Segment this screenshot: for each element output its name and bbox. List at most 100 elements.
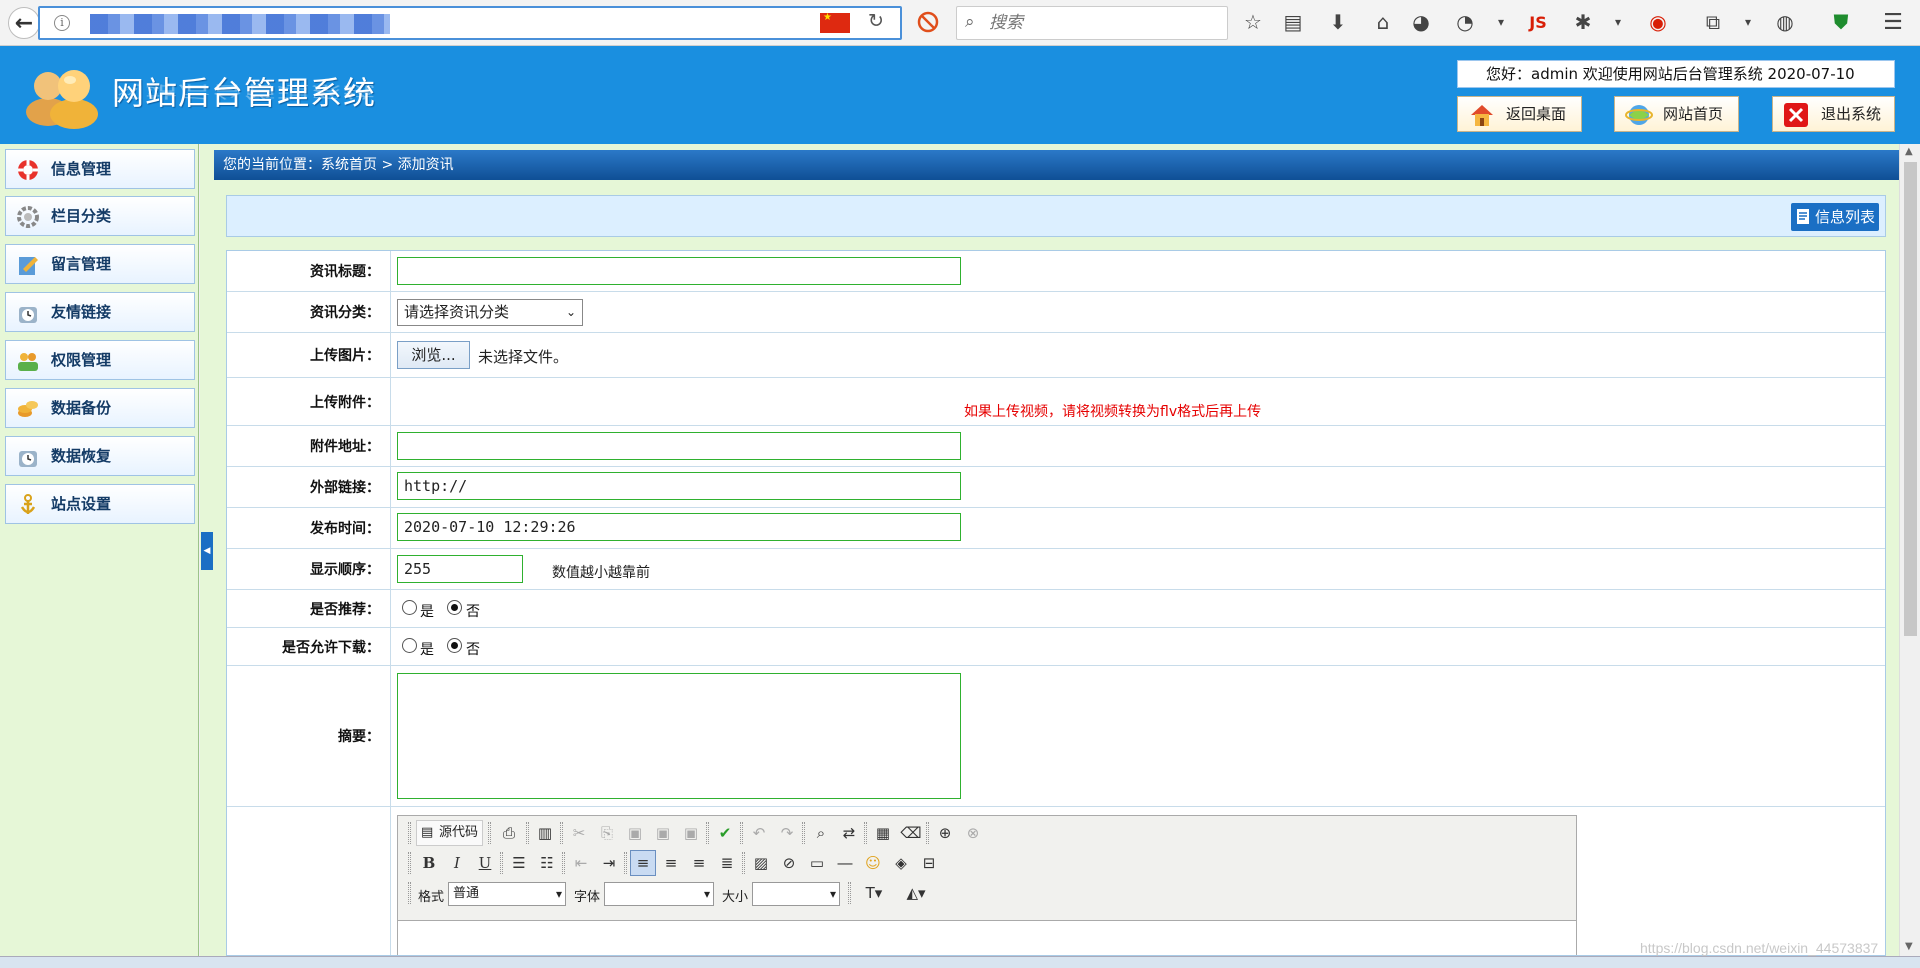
collapse-sidebar-icon[interactable]: ◀ xyxy=(201,532,213,570)
recommend-no-label: 否 xyxy=(466,604,480,620)
ordered-list-icon[interactable]: ☰ xyxy=(506,850,532,876)
sidebar-item-links[interactable]: 友情链接 xyxy=(5,292,195,332)
align-justify-icon[interactable]: ≣ xyxy=(714,850,740,876)
download-yes-radio[interactable] xyxy=(402,638,417,653)
url-bar[interactable]: i ↻ xyxy=(38,6,902,40)
sidebar: 信息管理 栏目分类 留言管理 友情链接 权限管理 数据备份 数据恢复 站点设置 xyxy=(0,144,199,956)
redo-icon[interactable]: ↷ xyxy=(774,820,800,846)
horizontal-rule-icon[interactable]: ― xyxy=(832,850,858,876)
sidebar-item-info[interactable]: 信息管理 xyxy=(5,149,195,189)
sidebar-item-messages[interactable]: 留言管理 xyxy=(5,244,195,284)
page-break-icon[interactable]: ⊟ xyxy=(916,850,942,876)
welcome-bar: 您好：admin 欢迎使用网站后台管理系统 2020-07-10 xyxy=(1457,60,1895,88)
page-scrollbar[interactable]: ▲ ▼ xyxy=(1899,144,1920,956)
cut-icon[interactable]: ✂ xyxy=(566,820,592,846)
find-icon[interactable]: ⌕ xyxy=(808,820,834,846)
spellcheck-icon[interactable]: ✔ xyxy=(712,820,738,846)
select-all-icon[interactable]: ▦ xyxy=(870,820,896,846)
format-select[interactable]: 普通 xyxy=(448,882,566,906)
download-icon[interactable]: ⬇ xyxy=(1325,9,1351,35)
sidebar-item-permissions[interactable]: 权限管理 xyxy=(5,340,195,380)
sidebar-item-settings[interactable]: 站点设置 xyxy=(5,484,195,524)
bookmark-star-icon[interactable]: ☆ xyxy=(1240,9,1266,35)
link-icon[interactable]: ⊕ xyxy=(932,820,958,846)
translate-globe-icon[interactable]: ◍ xyxy=(1772,9,1798,35)
indent-icon[interactable]: ⇥ xyxy=(596,850,622,876)
source-code-button[interactable]: ▤ 源代码 xyxy=(416,820,484,846)
green-shield-icon[interactable]: ⛊ xyxy=(1828,9,1854,35)
block-icon[interactable] xyxy=(915,9,941,35)
recommend-no-radio[interactable] xyxy=(447,600,462,615)
unordered-list-icon[interactable]: ☷ xyxy=(534,850,560,876)
align-right-icon[interactable]: ≡ xyxy=(686,850,712,876)
attach-url-input[interactable] xyxy=(397,432,961,460)
replace-icon[interactable]: ⇄ xyxy=(836,820,862,846)
title-input[interactable] xyxy=(397,257,961,285)
browse-button[interactable]: 浏览... xyxy=(397,341,470,369)
pub-time-input[interactable] xyxy=(397,513,961,541)
recommend-yes-radio[interactable] xyxy=(402,600,417,615)
info-list-button[interactable]: 信息列表 xyxy=(1790,203,1879,231)
search-box[interactable]: ⌕ xyxy=(956,6,1228,40)
dropdown-arrow-icon[interactable]: ▾ xyxy=(1488,9,1514,35)
italic-icon[interactable]: I xyxy=(444,850,470,876)
text-color-icon[interactable]: T▾ xyxy=(856,880,892,906)
copy-icon[interactable]: ⎘ xyxy=(594,820,620,846)
bold-icon[interactable]: B xyxy=(416,850,442,876)
ext-link-input[interactable] xyxy=(397,472,961,500)
bg-color-icon[interactable]: ◭▾ xyxy=(898,880,934,906)
shield-red-icon[interactable]: ◉ xyxy=(1645,9,1671,35)
paste-text-icon[interactable]: ▣ xyxy=(650,820,676,846)
underline-icon[interactable]: U xyxy=(472,850,498,876)
reading-list-icon[interactable]: ▤ xyxy=(1280,9,1306,35)
exit-system-button[interactable]: 退出系统 xyxy=(1772,96,1895,132)
pub-time-label: 发布时间： xyxy=(227,508,391,548)
special-char-icon[interactable]: ◈ xyxy=(888,850,914,876)
paste-word-icon[interactable]: ▣ xyxy=(678,820,704,846)
preview-icon[interactable]: ⎙ xyxy=(496,820,522,846)
smiley-icon[interactable]: ☺ xyxy=(860,850,886,876)
share-icon[interactable]: ⧉ xyxy=(1700,9,1726,35)
sidebar-item-restore[interactable]: 数据恢复 xyxy=(5,436,195,476)
outdent-icon[interactable]: ⇤ xyxy=(568,850,594,876)
image-icon[interactable]: ▨ xyxy=(748,850,774,876)
align-center-icon[interactable]: ≡ xyxy=(658,850,684,876)
reload-icon[interactable]: ↻ xyxy=(868,10,884,32)
size-select[interactable] xyxy=(752,882,840,906)
undo-icon[interactable]: ↶ xyxy=(746,820,772,846)
flash-icon[interactable]: ⊘ xyxy=(776,850,802,876)
scroll-thumb[interactable] xyxy=(1904,162,1917,636)
scroll-up-icon[interactable]: ▲ xyxy=(1905,146,1913,157)
align-left-icon[interactable]: ≡ xyxy=(630,850,656,876)
home-icon[interactable]: ⌂ xyxy=(1370,9,1396,35)
back-arrow-icon[interactable]: ← xyxy=(8,7,40,39)
form-row-attachment: 上传附件： 如果上传视频，请将视频转换为flv格式后再上传 xyxy=(227,378,1885,426)
js-icon[interactable]: JS xyxy=(1525,9,1551,35)
rich-text-editor: ▤ 源代码 ⎙ ▥ ✂ ⎘ ▣ ▣ ▣ ✔ ↶ ↷ ⌕ ⇄ ▦ ⌫ ⊕ ⊗ B … xyxy=(397,815,1577,955)
dropdown-arrow-icon[interactable]: ▾ xyxy=(1605,9,1631,35)
download-no-radio[interactable] xyxy=(447,638,462,653)
menu-icon[interactable]: ☰ xyxy=(1880,9,1906,35)
paste-icon[interactable]: ▣ xyxy=(622,820,648,846)
table-icon[interactable]: ▭ xyxy=(804,850,830,876)
category-select[interactable]: 请选择资讯分类 ⌄ xyxy=(397,299,583,326)
search-input[interactable] xyxy=(989,12,1219,34)
site-home-button[interactable]: 网站首页 xyxy=(1614,96,1739,132)
palette-icon[interactable]: ◔ xyxy=(1452,9,1478,35)
unlink-icon[interactable]: ⊗ xyxy=(960,820,986,846)
order-input[interactable] xyxy=(397,555,523,583)
sidebar-item-backup[interactable]: 数据备份 xyxy=(5,388,195,428)
bug-icon[interactable]: ✱ xyxy=(1570,9,1596,35)
summary-textarea[interactable] xyxy=(397,673,961,799)
globe-icon[interactable]: ◕ xyxy=(1408,9,1434,35)
sidebar-item-category[interactable]: 栏目分类 xyxy=(5,196,195,236)
font-select[interactable] xyxy=(604,882,714,906)
eraser-icon[interactable]: ⌫ xyxy=(898,820,924,846)
scroll-down-icon[interactable]: ▼ xyxy=(1905,941,1913,952)
info-icon[interactable]: i xyxy=(54,15,70,31)
editor-content-area[interactable] xyxy=(398,920,1576,955)
add-news-form: 资讯标题： 资讯分类： 请选择资讯分类 ⌄ 上传图片： 浏览... 未选择文件。 xyxy=(226,250,1886,956)
dropdown-arrow-icon[interactable]: ▾ xyxy=(1735,9,1761,35)
template-icon[interactable]: ▥ xyxy=(532,820,558,846)
return-desktop-button[interactable]: 返回桌面 xyxy=(1457,96,1582,132)
